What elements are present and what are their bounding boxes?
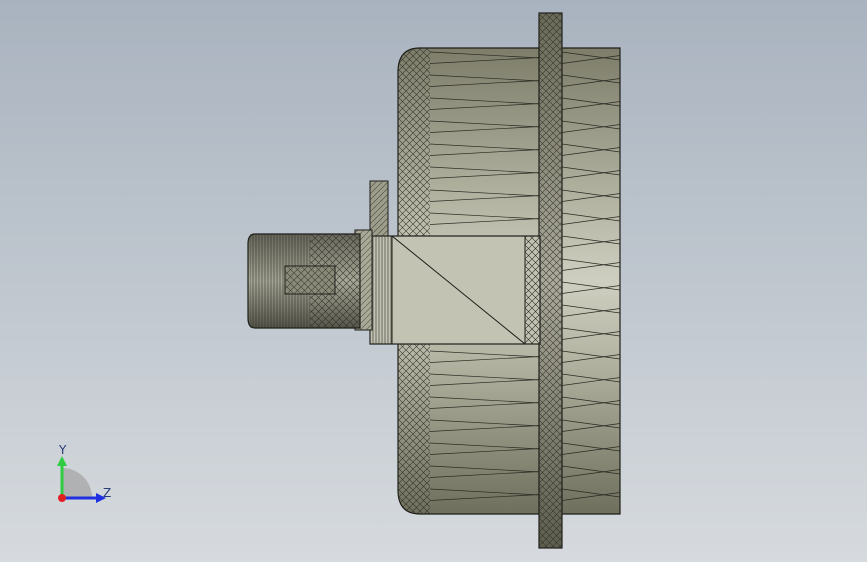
- center-block: [369, 235, 541, 345]
- flange-ring: [538, 12, 563, 549]
- graphics-viewport[interactable]: Y Z: [0, 0, 867, 562]
- encoder-knob: [247, 233, 361, 329]
- 3d-model[interactable]: [0, 0, 867, 562]
- orientation-triad: [57, 456, 106, 503]
- mounting-tab: [369, 180, 389, 238]
- triad-plane-icon: [62, 468, 92, 498]
- y-axis-label: Y: [59, 443, 67, 457]
- x-axis-origin-icon: [58, 494, 66, 502]
- z-axis-label: Z: [103, 486, 112, 500]
- y-axis-arrow-icon: [57, 456, 67, 466]
